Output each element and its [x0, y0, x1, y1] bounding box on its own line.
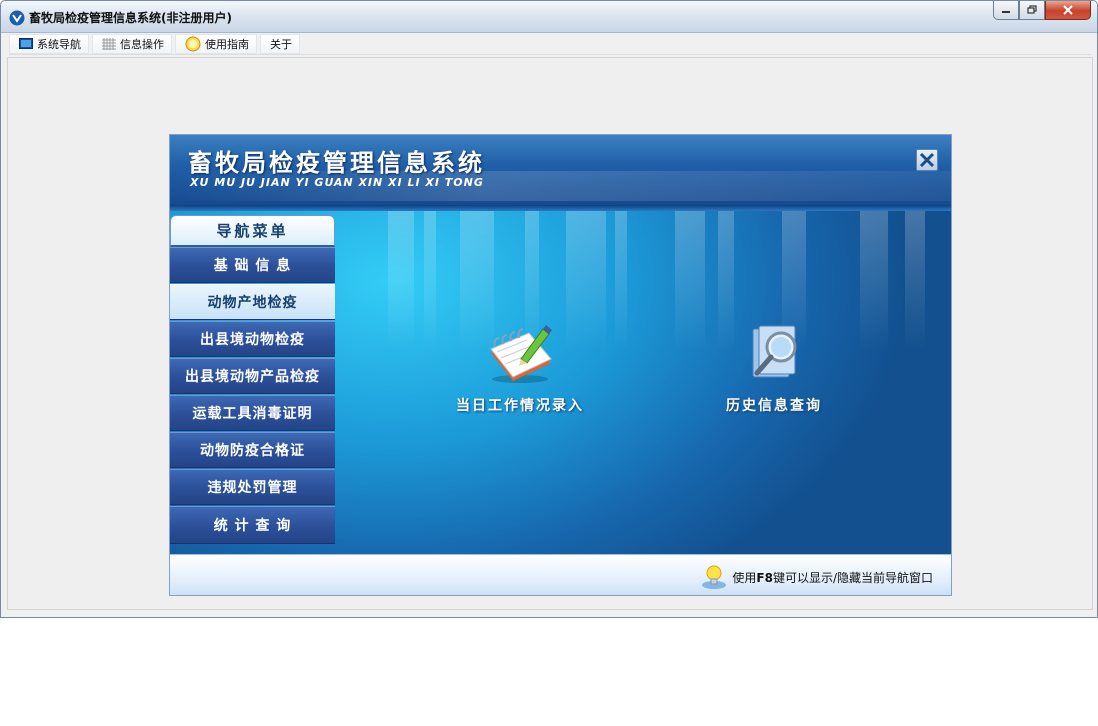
menu-info-operation[interactable]: 信息操作: [92, 34, 172, 54]
nav-item-epidemic-certificate[interactable]: 动物防疫合格证: [170, 432, 335, 468]
menu-label: 信息操作: [120, 38, 164, 51]
menu-label: 关于: [270, 38, 292, 51]
dialog-footer: 使用F8键可以显示/隐藏当前导航窗口: [170, 554, 951, 595]
light-ray: [860, 211, 888, 351]
window-controls: [993, 1, 1091, 20]
action-label: 当日工作情况录入: [456, 398, 584, 414]
dialog-title: 畜牧局检疫管理信息系统: [188, 149, 485, 177]
dialog-header: 畜牧局检疫管理信息系统 XU MU JU JIAN YI GUAN XIN XI…: [170, 135, 951, 205]
restore-button[interactable]: [1019, 1, 1045, 20]
light-ray: [615, 211, 627, 351]
dialog-subtitle: XU MU JU JIAN YI GUAN XIN XI LI XI TONG: [190, 176, 484, 189]
nav-item-vehicle-disinfection[interactable]: 运载工具消毒证明: [170, 395, 335, 431]
action-label: 历史信息查询: [726, 398, 822, 414]
daily-work-entry-button[interactable]: 当日工作情况录入: [451, 323, 589, 415]
nav-item-statistics-query[interactable]: 统 计 查 询: [170, 506, 335, 544]
light-ray: [905, 211, 925, 351]
lightbulb-icon: [702, 565, 727, 589]
menu-system-navigation[interactable]: 系统导航: [9, 34, 89, 54]
nav-item-out-county-product[interactable]: 出县境动物产品检疫: [170, 358, 335, 394]
menu-label: 系统导航: [37, 38, 81, 51]
nav-item-out-county-animal[interactable]: 出县境动物检疫: [170, 321, 335, 357]
menu-about[interactable]: 关于: [260, 34, 300, 54]
nav-item-origin-quarantine[interactable]: 动物产地检疫: [170, 284, 335, 320]
close-icon: [1063, 5, 1073, 15]
light-ray: [388, 211, 414, 351]
app-logo-icon: [9, 10, 25, 26]
light-ray: [424, 211, 436, 351]
window-title: 畜牧局检疫管理信息系统(非注册用户): [29, 11, 232, 25]
tip-prefix: 使用: [732, 570, 757, 585]
tip-suffix: 键可以显示/隐藏当前导航窗口: [772, 570, 933, 585]
menu-bar: 系统导航 信息操作 使用指南 关于: [9, 34, 1091, 55]
tip-text: 使用F8键可以显示/隐藏当前导航窗口: [732, 569, 933, 586]
history-query-button[interactable]: 历史信息查询: [709, 323, 839, 415]
minimize-button[interactable]: [993, 1, 1019, 20]
light-ray: [675, 211, 705, 351]
restore-icon: [1027, 5, 1037, 14]
magnifier-document-icon: [752, 325, 797, 378]
close-window-button[interactable]: [1045, 1, 1091, 20]
minimize-icon: [1002, 11, 1010, 13]
nav-item-basic-info[interactable]: 基 础 信 息: [170, 247, 335, 283]
menu-label: 使用指南: [205, 38, 249, 51]
notebook-pencil-icon: [490, 325, 552, 383]
tip-key: F8: [756, 570, 773, 585]
monitor-icon: [19, 38, 33, 49]
nav-menu-header: 导航菜单: [170, 215, 335, 247]
menu-user-guide[interactable]: 使用指南: [175, 34, 257, 54]
navigation-dialog: 畜牧局检疫管理信息系统 XU MU JU JIAN YI GUAN XIN XI…: [169, 134, 952, 596]
f8-tip: 使用F8键可以显示/隐藏当前导航窗口: [700, 563, 933, 591]
close-icon: [919, 152, 935, 168]
smiley-icon: [185, 36, 201, 52]
dialog-close-button[interactable]: [916, 149, 938, 171]
grid-icon: [102, 38, 116, 50]
nav-item-violation-penalty[interactable]: 违规处罚管理: [170, 469, 335, 505]
title-bar[interactable]: 畜牧局检疫管理信息系统(非注册用户): [1, 1, 1097, 33]
